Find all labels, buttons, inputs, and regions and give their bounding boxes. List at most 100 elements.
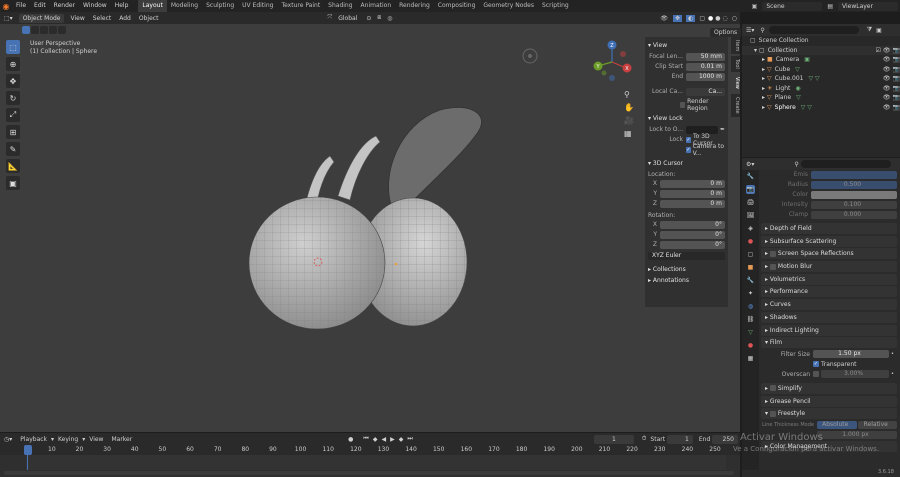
menu-window[interactable]: Window: [79, 0, 111, 12]
eye-icon[interactable]: 👁: [883, 56, 891, 63]
cursor-rotation-z[interactable]: 0°: [660, 240, 725, 249]
collections-section-header[interactable]: ▸ Collections: [648, 266, 725, 274]
end-frame-field[interactable]: 250: [712, 434, 738, 444]
view-layer-tab-icon[interactable]: 🖼: [746, 211, 755, 220]
shading-material-icon[interactable]: ●: [715, 15, 720, 22]
panel-simplify[interactable]: ▸ Simplify: [761, 382, 897, 394]
transparent-checkbox[interactable]: ✓: [813, 361, 819, 368]
panel-shadows[interactable]: ▸ Shadows: [761, 311, 897, 323]
measure-tool-icon[interactable]: 📐: [6, 159, 20, 173]
camera-render-icon[interactable]: 📷: [893, 66, 900, 73]
timeline-scrollbar[interactable]: [4, 471, 734, 475]
snap-icon[interactable]: ⧈: [377, 14, 381, 22]
view-camera-widget[interactable]: [520, 46, 540, 66]
navigation-gizmo[interactable]: Z X Y: [590, 38, 634, 84]
object-tab-icon[interactable]: ■: [746, 263, 755, 272]
properties-editor-icon[interactable]: ⚙▾: [746, 161, 754, 168]
annotate-tool-icon[interactable]: ✎: [6, 142, 20, 156]
focal-length-field[interactable]: 50 mm: [686, 52, 725, 61]
jump-end-icon[interactable]: ⏭: [407, 435, 412, 443]
tab-tool[interactable]: Tool: [731, 56, 740, 73]
menu-view[interactable]: View: [66, 15, 88, 22]
color-swatch[interactable]: [811, 190, 897, 199]
tab-create[interactable]: Create: [731, 93, 740, 117]
data-tab-icon[interactable]: ▽: [746, 328, 755, 337]
menu-playback[interactable]: Playback: [16, 436, 51, 443]
ssr-checkbox[interactable]: [769, 250, 776, 257]
jump-start-icon[interactable]: ⏮: [363, 435, 368, 443]
outliner-row-cube[interactable]: ▸ ▽ Cube ▽ 👁 📷: [742, 65, 900, 75]
outliner-row-collection[interactable]: ▾ ▢ Collection ☑ 👁 📷: [742, 45, 900, 55]
editor-type-icon[interactable]: ⬚▾: [0, 15, 17, 22]
cursor-rotation-y[interactable]: 0°: [660, 230, 725, 239]
new-collection-icon[interactable]: ▣: [876, 27, 882, 34]
outliner-search-input[interactable]: [768, 26, 859, 34]
panel-volumetrics[interactable]: ▸ Volumetrics: [761, 273, 897, 285]
camera-view-icon[interactable]: 🎥: [624, 116, 634, 125]
eye-icon[interactable]: 👁: [883, 66, 891, 73]
playhead[interactable]: [24, 445, 32, 455]
collection-tab-icon[interactable]: ▢: [746, 250, 755, 259]
next-keyframe-icon[interactable]: ◆: [399, 436, 404, 443]
eye-icon[interactable]: 👁: [883, 75, 891, 82]
tab-shading[interactable]: Shading: [324, 0, 356, 12]
tab-texture-paint[interactable]: Texture Paint: [277, 0, 324, 12]
overscan-checkbox[interactable]: [813, 371, 819, 378]
outliner-editor-icon[interactable]: ☰▾: [746, 27, 754, 34]
viewlayer-selector[interactable]: ViewLayer: [838, 1, 898, 11]
menu-select[interactable]: Select: [89, 15, 116, 22]
camera-render-icon[interactable]: 📷: [893, 104, 900, 111]
panel-motion-blur[interactable]: ▸ Motion Blur: [761, 261, 897, 273]
mode-selector[interactable]: Object Mode: [18, 13, 65, 23]
scale-tool-icon[interactable]: ⤢: [6, 108, 20, 122]
physics-tab-icon[interactable]: ◍: [746, 302, 755, 311]
transform-tool-icon[interactable]: ⊞: [6, 125, 20, 139]
camera-render-icon[interactable]: 📷: [893, 75, 900, 82]
antenna-right[interactable]: [337, 135, 381, 201]
panel-film[interactable]: ▾ Film: [761, 337, 897, 349]
tab-view[interactable]: View: [731, 74, 740, 92]
cursor-location-y[interactable]: 0 m: [660, 189, 725, 198]
camera-render-icon[interactable]: 📷: [893, 47, 900, 54]
move-tool-icon[interactable]: ✥: [6, 74, 20, 88]
material-tab-icon[interactable]: ●: [746, 341, 755, 350]
menu-timeline-view[interactable]: View: [85, 436, 107, 443]
local-camera-field[interactable]: Ca...: [686, 87, 725, 96]
menu-marker[interactable]: Marker: [107, 436, 136, 443]
tab-geometry-nodes[interactable]: Geometry Nodes: [479, 0, 538, 12]
viewport-3d[interactable]: User Perspective (1) Collection | Sphere…: [0, 24, 742, 432]
overlay-toggle-icon[interactable]: ◐: [686, 14, 696, 22]
orientation-icon[interactable]: ⤧: [327, 14, 332, 22]
outliner-row-cube-001[interactable]: ▸ ▽ Cube.001 ▽ ▽ 👁 📷: [742, 74, 900, 84]
3d-cursor-section-header[interactable]: ▾ 3D Cursor: [648, 160, 725, 168]
filter-funnel-icon[interactable]: ⧩: [867, 26, 872, 34]
eye-icon[interactable]: 👁: [883, 85, 891, 92]
shading-wire-icon[interactable]: ○: [732, 15, 737, 22]
annotations-section-header[interactable]: ▸ Annotations: [648, 277, 725, 285]
options-button[interactable]: Options: [710, 28, 742, 37]
menu-help[interactable]: Help: [111, 0, 133, 12]
play-reverse-icon[interactable]: ◀: [381, 436, 386, 443]
panel-screen-space-reflections[interactable]: ▸ Screen Space Reflections: [761, 248, 897, 260]
menu-object[interactable]: Object: [135, 15, 163, 22]
zoom-icon[interactable]: ⚲: [624, 90, 634, 99]
clamp-field[interactable]: 0.000: [811, 210, 897, 219]
modifier-tab-icon[interactable]: 🔧: [746, 276, 755, 285]
xray-icon[interactable]: ▢: [699, 15, 705, 22]
tab-layout[interactable]: Layout: [138, 0, 167, 12]
camera-render-icon[interactable]: 📷: [893, 56, 900, 63]
constraint-tab-icon[interactable]: ⛓: [746, 315, 755, 324]
lock-3d-cursor-checkbox[interactable]: ✓: [686, 136, 692, 143]
visibility-icon[interactable]: 👁: [660, 15, 668, 22]
camera-render-icon[interactable]: 📷: [893, 85, 900, 92]
proportional-icon[interactable]: ◎: [387, 15, 392, 22]
panel-indirect-lighting[interactable]: ▸ Indirect Lighting: [761, 324, 897, 336]
tab-animation[interactable]: Animation: [357, 0, 396, 12]
tab-scripting[interactable]: Scripting: [538, 0, 573, 12]
pivot-icon[interactable]: ⊙: [366, 15, 371, 22]
properties-search-icon[interactable]: ⚲: [794, 161, 798, 168]
viewlayer-icon[interactable]: ▤: [827, 3, 833, 10]
intensity-field[interactable]: 0.100: [811, 200, 897, 209]
view-lock-section-header[interactable]: ▾ View Lock: [648, 115, 725, 123]
panel-curves[interactable]: ▸ Curves: [761, 299, 897, 311]
